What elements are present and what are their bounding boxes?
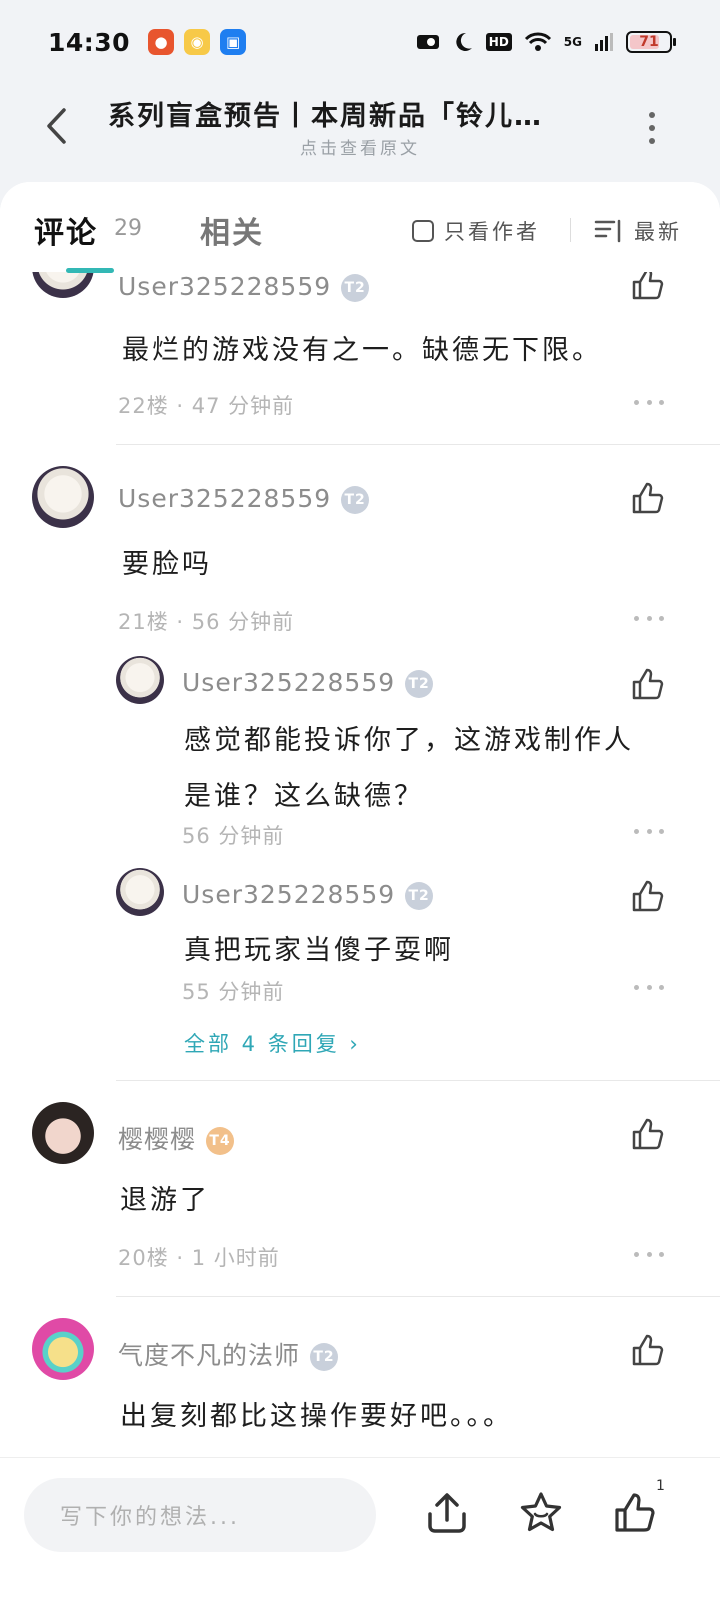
- status-app-icons: ● ◉ ▣: [148, 29, 247, 55]
- comment-text: 要脸吗: [122, 549, 212, 580]
- username-text: 樱樱樱: [118, 1125, 197, 1154]
- comment-meta: 22楼 · 47 分钟前: [118, 394, 295, 418]
- hd-icon: HD: [485, 33, 512, 51]
- username-text: 气度不凡的法师: [118, 1341, 301, 1370]
- comment-text: 出复刻都比这操作要好吧。。。: [120, 1401, 513, 1432]
- comment-text: 退游了: [120, 1185, 210, 1216]
- username-text: User325228559: [118, 272, 332, 301]
- network-label: 5G: [563, 35, 582, 49]
- thumbs-up-icon[interactable]: [630, 1116, 666, 1152]
- comment-text: 最烂的游戏没有之一。缺德无下限。: [122, 335, 602, 366]
- comment-meta: 21楼 · 56 分钟前: [118, 610, 295, 634]
- ellipsis-icon[interactable]: [634, 613, 664, 623]
- sort-button[interactable]: 最新: [594, 216, 682, 246]
- comment-username[interactable]: User325228559 T2: [118, 272, 370, 302]
- reply-text: 感觉都能投诉你了，这游戏制作人: [184, 725, 634, 756]
- level-badge: T4: [206, 1127, 235, 1155]
- thumbs-up-icon[interactable]: [630, 666, 666, 702]
- avatar[interactable]: [116, 868, 164, 916]
- only-author-toggle[interactable]: 只看作者: [412, 216, 540, 246]
- level-badge: T2: [405, 882, 434, 910]
- ellipsis-icon[interactable]: [634, 982, 664, 992]
- app-notification-icon: ●: [148, 29, 175, 55]
- comment-username[interactable]: 气度不凡的法师 T2: [118, 1336, 339, 1372]
- comment-input-placeholder: 写下你的想法...: [60, 1505, 240, 1530]
- view-original-link[interactable]: 点击查看原文: [0, 134, 720, 159]
- app-blue-icon: ▣: [220, 29, 247, 55]
- status-bar: 14:30 ● ◉ ▣ HD 5G 71: [0, 0, 720, 84]
- level-badge: T2: [310, 1343, 339, 1371]
- wifi-icon: [524, 32, 551, 51]
- username-text: User325228559: [182, 880, 396, 909]
- ellipsis-icon[interactable]: [634, 397, 664, 407]
- avatar[interactable]: [32, 272, 94, 298]
- signal-icon: [595, 33, 613, 51]
- avatar[interactable]: [32, 1102, 94, 1164]
- nfc-icon: [416, 35, 439, 49]
- comment-list[interactable]: User325228559 T2 最烂的游戏没有之一。缺德无下限。 22楼 · 4…: [0, 272, 720, 1457]
- sort-label: 最新: [634, 220, 682, 244]
- checkbox-icon[interactable]: [412, 220, 434, 242]
- ellipsis-icon[interactable]: [634, 826, 664, 836]
- reply-text: 是谁？这么缺德？: [184, 781, 424, 812]
- only-author-label: 只看作者: [444, 220, 540, 244]
- comments-sheet: 评论 29 相关 只看作者 最新 User325228559 T2 最烂的游戏没有…: [0, 182, 720, 1600]
- level-badge: T2: [405, 670, 434, 698]
- bottom-action-bar: 写下你的想法... 1: [0, 1457, 720, 1600]
- username-text: User325228559: [118, 484, 332, 513]
- battery-level: 71: [639, 34, 659, 50]
- thumbs-up-icon[interactable]: [630, 272, 666, 302]
- star-icon[interactable]: [518, 1490, 564, 1536]
- reply-username[interactable]: User325228559 T2: [182, 668, 434, 698]
- more-options-button[interactable]: [640, 108, 664, 148]
- active-tab-indicator: [66, 268, 114, 273]
- level-badge: T2: [341, 486, 370, 514]
- weibo-icon: ◉: [184, 29, 211, 55]
- more-vertical-icon: [649, 112, 655, 118]
- avatar[interactable]: [32, 1318, 94, 1380]
- tab-bar: 评论 29 相关 只看作者 最新: [0, 182, 720, 273]
- avatar[interactable]: [32, 466, 94, 528]
- header: 系列盲盒预告丨本周新品「铃儿… 点击查看原文: [0, 84, 720, 184]
- comment-input[interactable]: 写下你的想法...: [24, 1478, 376, 1552]
- thumbs-up-icon[interactable]: [612, 1490, 658, 1536]
- battery-indicator: 71: [626, 31, 676, 53]
- tab-divider: [570, 218, 571, 242]
- reply-meta: 55 分钟前: [182, 980, 285, 1004]
- thumbs-up-icon[interactable]: [630, 1332, 666, 1368]
- status-time: 14:30: [48, 27, 131, 57]
- divider: [116, 1080, 720, 1081]
- comment-meta: 20楼 · 1 小时前: [118, 1246, 280, 1270]
- like-count: 1: [656, 1478, 665, 1494]
- avatar[interactable]: [116, 656, 164, 704]
- thumbs-up-icon[interactable]: [630, 480, 666, 516]
- username-text: User325228559: [182, 668, 396, 697]
- moon-icon: [456, 32, 472, 51]
- divider: [116, 1296, 720, 1297]
- sort-list-icon: [594, 219, 621, 243]
- share-icon[interactable]: [424, 1490, 470, 1536]
- tab-comments[interactable]: 评论: [34, 208, 98, 252]
- chevron-right-icon: ›: [349, 1032, 361, 1056]
- comment-username[interactable]: User325228559 T2: [118, 484, 370, 514]
- level-badge: T2: [341, 274, 370, 302]
- comment-username[interactable]: 樱樱樱 T4: [118, 1120, 235, 1156]
- reply-text: 真把玩家当傻子耍啊: [184, 935, 454, 966]
- reply-username[interactable]: User325228559 T2: [182, 880, 434, 910]
- page-title[interactable]: 系列盲盒预告丨本周新品「铃儿…: [108, 94, 588, 133]
- view-all-replies-link[interactable]: 全部 4 条回复 ›: [184, 1028, 361, 1058]
- ellipsis-icon[interactable]: [634, 1249, 664, 1259]
- divider: [116, 444, 720, 445]
- tab-related[interactable]: 相关: [200, 208, 264, 252]
- reply-meta: 56 分钟前: [182, 824, 285, 848]
- thumbs-up-icon[interactable]: [630, 878, 666, 914]
- view-all-replies-label: 全部 4 条回复: [184, 1032, 340, 1056]
- status-indicators: HD 5G 71: [416, 31, 676, 53]
- tab-comments-count: 29: [114, 216, 142, 241]
